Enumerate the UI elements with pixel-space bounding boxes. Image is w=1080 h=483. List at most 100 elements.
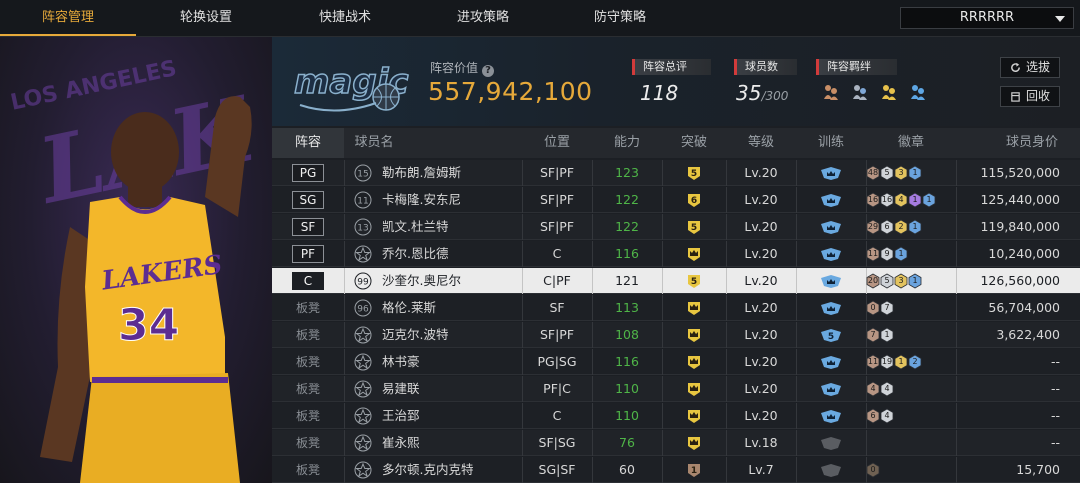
- table-row[interactable]: 板凳 多尔顿.克内克特 SG|SF 60 1 Lv.7 0 15,700: [272, 457, 1080, 483]
- badge-hexagon[interactable]: 29: [866, 219, 880, 235]
- tab-lineup[interactable]: 阵容管理: [0, 0, 136, 36]
- training-icon[interactable]: [820, 220, 842, 235]
- badge-hexagon[interactable]: 11: [866, 246, 880, 262]
- training-icon[interactable]: [820, 382, 842, 397]
- bond-gold-icon[interactable]: [880, 83, 898, 101]
- slot-badge[interactable]: C: [292, 272, 324, 290]
- badge-hexagon[interactable]: 1: [894, 354, 908, 370]
- training-icon[interactable]: [820, 166, 842, 181]
- col-ability[interactable]: 能力: [592, 128, 662, 158]
- slot-badge[interactable]: PF: [292, 245, 324, 263]
- player-name[interactable]: 迈克尔.波特: [382, 322, 448, 348]
- badge-hexagon[interactable]: 1: [908, 165, 922, 181]
- recycle-button[interactable]: 回收: [1000, 86, 1060, 107]
- select-button[interactable]: 选拔: [1000, 57, 1060, 78]
- bond-bronze-icon[interactable]: [822, 83, 840, 101]
- player-name[interactable]: 多尔顿.克内克特: [382, 457, 473, 483]
- badge-hexagon[interactable]: 3: [894, 273, 908, 289]
- training-icon[interactable]: [820, 247, 842, 262]
- badge-hexagon[interactable]: 7: [880, 300, 894, 316]
- player-name[interactable]: 沙奎尔.奥尼尔: [382, 268, 461, 294]
- badge-hexagon[interactable]: 4: [880, 408, 894, 424]
- question-circle-icon[interactable]: ?: [482, 65, 495, 77]
- player-value: --: [1050, 435, 1060, 450]
- col-player-value[interactable]: 球员身价: [986, 128, 1078, 158]
- badge-hexagon[interactable]: 5: [880, 273, 894, 289]
- table-row[interactable]: 板凳 易建联 PF|C 110 Lv.20 4 4 --: [272, 376, 1080, 402]
- badge-count: 1: [912, 276, 918, 285]
- badge-hexagon[interactable]: 4: [880, 381, 894, 397]
- col-badges[interactable]: 徽章: [866, 128, 956, 158]
- badge-hexagon[interactable]: 1: [922, 192, 936, 208]
- player-name[interactable]: 凯文.杜兰特: [382, 214, 448, 240]
- table-row[interactable]: 板凳 崔永熙 SF|SG 76 Lv.18 --: [272, 430, 1080, 456]
- badge-hexagon[interactable]: 7: [866, 327, 880, 343]
- team-select[interactable]: RRRRRR: [900, 7, 1074, 29]
- badge-hexagon[interactable]: 9: [880, 246, 894, 262]
- slot-badge[interactable]: SG: [292, 191, 324, 209]
- table-row[interactable]: PF 乔尔.恩比德 C 116 Lv.20 11 9 1 10,240,000: [272, 241, 1080, 267]
- player-name[interactable]: 乔尔.恩比德: [382, 241, 448, 267]
- badge-hexagon[interactable]: 2: [908, 354, 922, 370]
- player-name[interactable]: 格伦.莱斯: [382, 295, 436, 321]
- col-level[interactable]: 等级: [726, 128, 796, 158]
- badge-hexagon[interactable]: 0: [866, 300, 880, 316]
- player-name[interactable]: 王治郅: [382, 403, 420, 429]
- col-training[interactable]: 训练: [796, 128, 866, 158]
- column-divider: [344, 349, 345, 375]
- badge-hexagon[interactable]: 1: [908, 192, 922, 208]
- col-position[interactable]: 位置: [522, 128, 592, 158]
- badge-hexagon[interactable]: 11: [866, 354, 880, 370]
- badge-hexagon[interactable]: 16: [866, 192, 880, 208]
- table-row[interactable]: 板凳 迈克尔.波特 SF|PF 108 Lv.20 5 7 1 3,622,400: [272, 322, 1080, 348]
- training-icon[interactable]: [820, 193, 842, 208]
- player-name[interactable]: 勒布朗.詹姆斯: [382, 160, 461, 186]
- badge-hexagon[interactable]: 1: [880, 327, 894, 343]
- badge-hexagon[interactable]: 1: [894, 246, 908, 262]
- training-icon[interactable]: [820, 463, 842, 478]
- badge-hexagon[interactable]: 20: [866, 273, 880, 289]
- badge-hexagon[interactable]: 19: [880, 354, 894, 370]
- bond-icons[interactable]: [822, 83, 933, 105]
- table-row[interactable]: 板凳 林书豪 PG|SG 116 Lv.20 11 19 1 2 --: [272, 349, 1080, 375]
- badge-hexagon[interactable]: 1: [908, 219, 922, 235]
- col-player-name[interactable]: 球员名: [344, 128, 404, 158]
- tab-defense[interactable]: 防守策略: [552, 0, 688, 36]
- badge-hexagon[interactable]: 2: [894, 219, 908, 235]
- badge-hexagon[interactable]: 4: [894, 192, 908, 208]
- slot-badge[interactable]: PG: [292, 164, 324, 182]
- badge-hexagon[interactable]: 4: [866, 381, 880, 397]
- tab-offense[interactable]: 进攻策略: [414, 0, 552, 36]
- badge-hexagon[interactable]: 1: [908, 273, 922, 289]
- training-icon[interactable]: [820, 301, 842, 316]
- training-icon[interactable]: [820, 355, 842, 370]
- col-breakthrough[interactable]: 突破: [662, 128, 726, 158]
- slot-badge[interactable]: SF: [292, 218, 324, 236]
- badge-hexagon[interactable]: 3: [894, 165, 908, 181]
- training-icon[interactable]: [820, 409, 842, 424]
- table-row[interactable]: 板凳 王治郅 C 110 Lv.20 6 4 --: [272, 403, 1080, 429]
- badge-hexagon[interactable]: 16: [880, 192, 894, 208]
- badge-hexagon[interactable]: 6: [880, 219, 894, 235]
- tab-rotation[interactable]: 轮换设置: [136, 0, 276, 36]
- table-row[interactable]: C 99 沙奎尔.奥尼尔 C|PF 121 5 Lv.20 20 5 3 1 126,560,000: [272, 268, 1080, 294]
- table-row[interactable]: SF 13 凯文.杜兰特 SF|PF 122 5 Lv.20 29 6 2 1 119,840,000: [272, 214, 1080, 240]
- training-icon[interactable]: [820, 274, 842, 289]
- col-lineup[interactable]: 阵容: [272, 128, 344, 158]
- badge-hexagon[interactable]: 6: [866, 408, 880, 424]
- player-name[interactable]: 易建联: [382, 376, 420, 402]
- training-icon[interactable]: [820, 436, 842, 451]
- tab-quick-tactics[interactable]: 快捷战术: [276, 0, 414, 36]
- player-name[interactable]: 卡梅隆.安东尼: [382, 187, 461, 213]
- badge-hexagon[interactable]: 0: [866, 462, 880, 478]
- table-row[interactable]: SG 11 卡梅隆.安东尼 SF|PF 122 6 Lv.20 16 16 4 1 1 125,440,…: [272, 187, 1080, 213]
- table-row[interactable]: 板凳 96 格伦.莱斯 SF 113 Lv.20 0 7 56,704,000: [272, 295, 1080, 321]
- player-name[interactable]: 崔永熙: [382, 430, 420, 456]
- badge-hexagon[interactable]: 5: [880, 165, 894, 181]
- table-row[interactable]: PG 15 勒布朗.詹姆斯 SF|PF 123 5 Lv.20 48 5 3 1 115,520,00…: [272, 160, 1080, 186]
- bond-silver-icon[interactable]: [851, 83, 869, 101]
- bond-blue-icon[interactable]: [909, 83, 927, 101]
- training-icon[interactable]: 5: [820, 328, 842, 343]
- badge-hexagon[interactable]: 48: [866, 165, 880, 181]
- player-name[interactable]: 林书豪: [382, 349, 420, 375]
